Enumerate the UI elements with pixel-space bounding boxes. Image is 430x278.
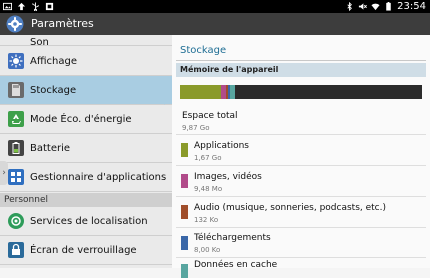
color-swatch — [181, 236, 188, 250]
battery-icon — [386, 2, 391, 11]
row-label: Images, vidéos — [194, 172, 262, 182]
menu-item-label: Stockage — [30, 84, 77, 96]
menu-item-display[interactable]: Affichage — [0, 47, 172, 76]
menu-item-label: Mode Éco. d'énergie — [30, 113, 132, 125]
settings-notification-icon — [45, 2, 54, 11]
menu-item-label: Affichage — [30, 55, 77, 67]
color-swatch — [181, 264, 188, 278]
row-value: 1,67 Go — [194, 154, 222, 162]
row-value: 8,00 Ko — [194, 246, 221, 254]
row-value: 9,87 Go — [182, 124, 210, 132]
menu-item-storage[interactable]: Stockage — [0, 76, 172, 105]
color-swatch — [181, 174, 188, 188]
color-swatch — [181, 205, 188, 219]
section-header-device-memory: Mémoire de l'appareil — [176, 63, 426, 77]
color-swatch — [181, 143, 188, 157]
menu-item-sound[interactable]: Son — [0, 35, 172, 48]
row-label: Applications — [194, 141, 249, 151]
storage-detail-pane: Stockage Mémoire de l'appareil Espace to… — [172, 35, 430, 278]
drawer-handle[interactable]: › — [0, 161, 8, 185]
location-icon — [8, 213, 24, 229]
battery-menu-icon — [8, 140, 24, 156]
lock-screen-icon — [8, 242, 24, 258]
bar-segment-cache — [230, 85, 235, 99]
total-space-row: Espace total 9,87 Go — [176, 105, 426, 135]
display-icon — [8, 53, 24, 69]
storage-row-downloads[interactable]: Téléchargements 8,00 Ko — [176, 228, 426, 258]
storage-usage-bar — [180, 85, 422, 99]
row-value: 9,48 Mo — [194, 185, 223, 193]
settings-gear-icon[interactable] — [6, 15, 24, 33]
menu-item-label: Services de localisation — [30, 215, 148, 227]
bar-segment-applications — [180, 85, 221, 99]
row-value: 132 Ko — [194, 216, 219, 224]
menu-item-label: Batterie — [30, 142, 71, 154]
action-bar: Paramètres — [0, 13, 430, 35]
storage-row-audio[interactable]: Audio (musique, sonneries, podcasts, etc… — [176, 197, 426, 228]
row-label: Données en cache — [194, 260, 278, 270]
status-left-icons — [3, 1, 54, 12]
app-title: Paramètres — [31, 17, 94, 30]
status-right-icons: 23:54 — [345, 0, 426, 13]
menu-item-label: Gestionnaire d'applications — [30, 171, 167, 183]
mute-icon — [359, 3, 368, 10]
row-label: Espace total — [182, 111, 238, 121]
image-notification-icon — [3, 2, 12, 11]
upload-icon — [17, 2, 26, 11]
status-clock: 23:54 — [397, 1, 426, 12]
bluetooth-icon — [347, 2, 353, 11]
menu-item-lock-screen[interactable]: Écran de verrouillage — [0, 236, 172, 265]
menu-item-label: Écran de verrouillage — [30, 244, 137, 256]
title-divider — [176, 60, 426, 61]
menu-item-location[interactable]: Services de localisation — [0, 207, 172, 236]
menu-item-battery[interactable]: Batterie — [0, 134, 172, 163]
row-label: Téléchargements — [194, 233, 271, 243]
app-grid-icon — [8, 169, 24, 185]
status-bar: 23:54 — [0, 0, 430, 13]
section-header-personal: Personnel — [0, 193, 172, 207]
page-title: Stockage — [180, 45, 227, 56]
sd-card-icon — [8, 82, 24, 98]
storage-row-cache[interactable]: Données en cache — [176, 258, 426, 278]
menu-item-app-manager[interactable]: Gestionnaire d'applications — [0, 163, 172, 192]
settings-menu: Son Affichage Stockage Mode Éco. d'énerg… — [0, 35, 172, 268]
menu-item-power-saving[interactable]: Mode Éco. d'énergie — [0, 105, 172, 134]
row-label: Audio (musique, sonneries, podcasts, etc… — [194, 203, 386, 213]
wifi-icon — [371, 3, 380, 11]
storage-row-applications[interactable]: Applications 1,67 Go — [176, 135, 426, 166]
eco-recycle-icon — [8, 111, 24, 127]
usb-icon — [32, 2, 39, 11]
storage-row-images-videos[interactable]: Images, vidéos 9,48 Mo — [176, 166, 426, 197]
